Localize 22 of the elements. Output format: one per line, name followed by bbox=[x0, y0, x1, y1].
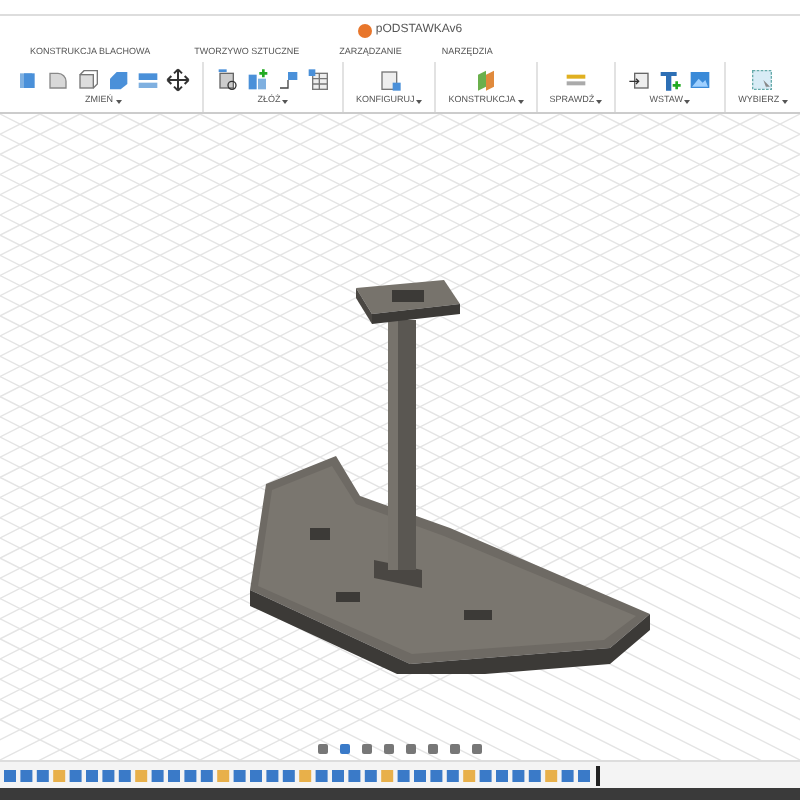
caret-icon[interactable] bbox=[684, 99, 691, 104]
insert-tool-icon[interactable] bbox=[628, 68, 653, 92]
caret-icon[interactable] bbox=[596, 99, 603, 104]
shell-tool-icon[interactable] bbox=[106, 68, 130, 92]
box-tool-icon[interactable] bbox=[76, 68, 100, 92]
image-tool-icon[interactable] bbox=[688, 68, 713, 92]
link-tool-icon[interactable] bbox=[276, 68, 300, 92]
plane-tool-icon[interactable] bbox=[474, 68, 498, 92]
caret-icon[interactable] bbox=[115, 99, 121, 104]
joint-tool-icon[interactable] bbox=[216, 68, 240, 92]
table-tool-icon[interactable] bbox=[306, 68, 330, 92]
file-icon bbox=[357, 23, 372, 37]
caret-icon[interactable] bbox=[517, 99, 524, 104]
text-tool-icon[interactable] bbox=[658, 68, 683, 92]
timeline-drawing[interactable] bbox=[4, 765, 604, 785]
caret-icon[interactable] bbox=[282, 99, 289, 104]
caret-icon[interactable] bbox=[781, 99, 788, 104]
config-tool-icon[interactable] bbox=[377, 68, 402, 92]
move-tool-icon[interactable] bbox=[166, 68, 190, 92]
caret-icon[interactable] bbox=[416, 99, 423, 104]
cube-tool-icon[interactable] bbox=[16, 68, 40, 92]
round-tool-icon[interactable] bbox=[46, 68, 70, 92]
